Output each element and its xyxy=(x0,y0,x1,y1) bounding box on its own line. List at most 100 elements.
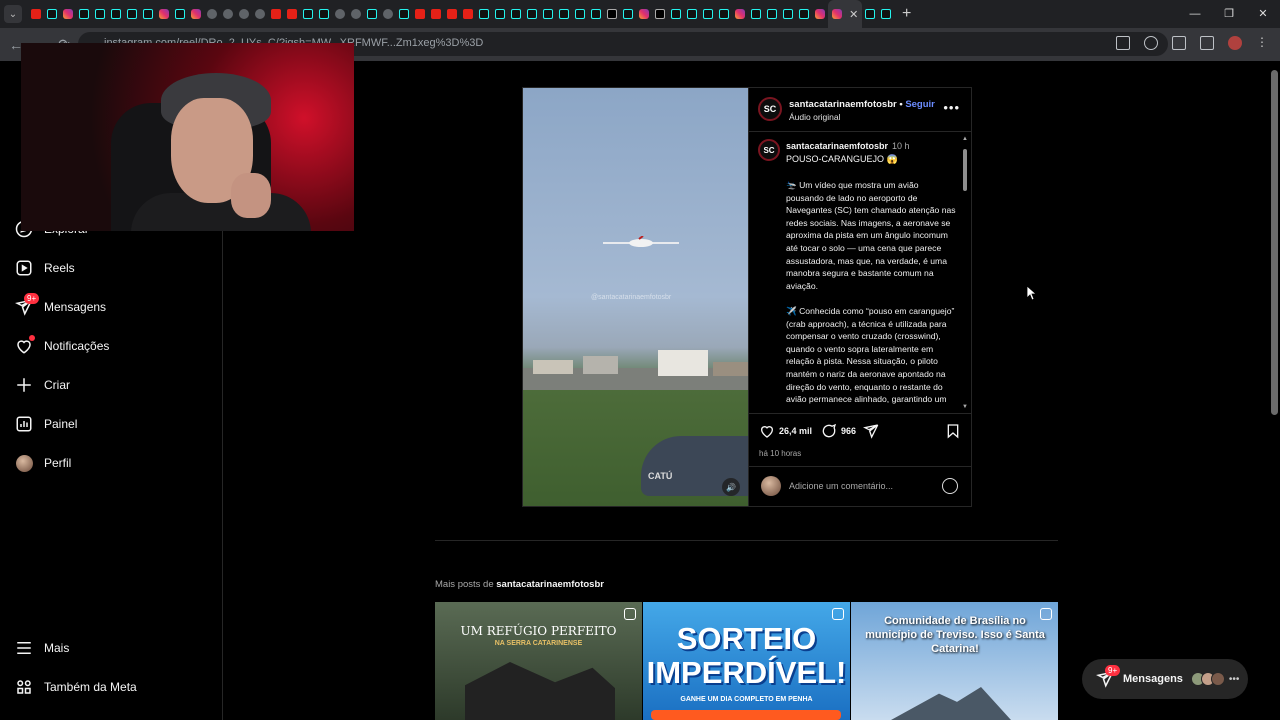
comment-input[interactable]: Adicione um comentário... xyxy=(789,481,893,491)
sidebar-item-criar[interactable]: Criar xyxy=(15,376,70,394)
tab[interactable] xyxy=(300,0,316,28)
sidebar-item-mais[interactable]: Mais xyxy=(15,639,69,657)
page-scrollbar[interactable] xyxy=(1271,70,1278,415)
tab[interactable] xyxy=(668,0,684,28)
post-thumbnail[interactable]: SORTEIO IMPERDÍVEL! GANHE UM DIA COMPLET… xyxy=(643,602,850,720)
tab[interactable] xyxy=(332,0,348,28)
tiktok-icon xyxy=(399,9,409,19)
messages-pill[interactable]: 9+ Mensagens ••• xyxy=(1082,659,1248,699)
tab[interactable] xyxy=(92,0,108,28)
tab[interactable] xyxy=(716,0,732,28)
username-link[interactable]: santacatarinaemfotosbr xyxy=(789,99,897,110)
caption-username[interactable]: santacatarinaemfotosbr xyxy=(786,141,888,151)
media-control-icon[interactable] xyxy=(1200,36,1214,50)
tab[interactable] xyxy=(524,0,540,28)
like-button[interactable]: 26,4 mil xyxy=(759,423,812,439)
mute-button[interactable]: 🔊 xyxy=(722,478,740,496)
tab[interactable] xyxy=(796,0,812,28)
tiktok-icon xyxy=(479,9,489,19)
minimize-icon[interactable]: — xyxy=(1178,0,1212,28)
scroll-thumb[interactable] xyxy=(963,149,967,191)
tab[interactable] xyxy=(732,0,748,28)
tab[interactable] xyxy=(620,0,636,28)
close-window-icon[interactable]: ✕ xyxy=(1246,0,1280,28)
tab[interactable] xyxy=(380,0,396,28)
save-button[interactable] xyxy=(945,423,961,439)
extensions-icon[interactable] xyxy=(1172,36,1186,50)
tab[interactable] xyxy=(684,0,700,28)
tab[interactable] xyxy=(60,0,76,28)
tab[interactable] xyxy=(252,0,268,28)
more-options-icon[interactable]: ••• xyxy=(943,100,960,115)
sidebar-item-notificacoes[interactable]: Notificações xyxy=(15,335,109,355)
sidebar-item-perfil[interactable]: Perfil xyxy=(15,454,71,472)
tab[interactable] xyxy=(748,0,764,28)
tab[interactable] xyxy=(76,0,92,28)
restore-icon[interactable]: ❐ xyxy=(1212,0,1246,28)
tab[interactable] xyxy=(220,0,236,28)
tab[interactable] xyxy=(636,0,652,28)
follow-button[interactable]: Seguir xyxy=(905,99,935,110)
comment-button[interactable]: 966 xyxy=(821,423,856,439)
tab-search-button[interactable]: ⌄ xyxy=(4,5,22,23)
tab[interactable] xyxy=(188,0,204,28)
sidebar-item-painel[interactable]: Painel xyxy=(15,415,77,433)
post-thumbnail[interactable]: Comunidade de Brasília no município de T… xyxy=(851,602,1058,720)
tab[interactable] xyxy=(396,0,412,28)
tab[interactable] xyxy=(764,0,780,28)
caption-scrollbar[interactable]: ▲ ▼ xyxy=(961,136,969,410)
tab[interactable] xyxy=(556,0,572,28)
tab[interactable] xyxy=(540,0,556,28)
account-avatar[interactable]: SC xyxy=(758,97,782,121)
new-tab-button[interactable]: + xyxy=(902,5,911,23)
tab[interactable] xyxy=(588,0,604,28)
tab[interactable] xyxy=(862,0,878,28)
tab[interactable] xyxy=(204,0,220,28)
tab[interactable] xyxy=(268,0,284,28)
tab[interactable] xyxy=(316,0,332,28)
sidebar-item-reels[interactable]: Reels xyxy=(15,259,75,277)
tab[interactable] xyxy=(28,0,44,28)
tab[interactable] xyxy=(780,0,796,28)
install-app-icon[interactable] xyxy=(1116,36,1130,50)
tab[interactable] xyxy=(460,0,476,28)
tab[interactable] xyxy=(812,0,828,28)
tab[interactable] xyxy=(124,0,140,28)
profile-avatar[interactable] xyxy=(1228,36,1242,50)
tab[interactable] xyxy=(348,0,364,28)
scroll-down-icon[interactable]: ▼ xyxy=(962,404,968,410)
tab[interactable] xyxy=(508,0,524,28)
post-thumbnail[interactable]: UM REFÚGIO PERFEITO NA SERRA CATARINENSE xyxy=(435,602,642,720)
reel-video[interactable]: @santacatarinaemfotosbr CATÚ 🔊 xyxy=(523,88,748,506)
tab[interactable] xyxy=(140,0,156,28)
tab[interactable] xyxy=(428,0,444,28)
active-tab[interactable]: ✕ xyxy=(828,0,862,28)
tab[interactable] xyxy=(476,0,492,28)
sidebar-item-mensagens[interactable]: 9+ Mensagens xyxy=(15,293,106,316)
sidebar-item-meta[interactable]: Também da Meta xyxy=(15,678,137,696)
tab[interactable] xyxy=(572,0,588,28)
tab[interactable] xyxy=(172,0,188,28)
tab[interactable] xyxy=(156,0,172,28)
tab[interactable] xyxy=(284,0,300,28)
tab[interactable] xyxy=(108,0,124,28)
tab[interactable] xyxy=(412,0,428,28)
tab[interactable] xyxy=(652,0,668,28)
tab[interactable] xyxy=(700,0,716,28)
tab[interactable] xyxy=(44,0,60,28)
chrome-menu-icon[interactable]: ⋮ xyxy=(1256,36,1270,50)
more-posts-username[interactable]: santacatarinaemfotosbr xyxy=(496,579,604,590)
audio-label[interactable]: Áudio original xyxy=(789,112,841,122)
tab[interactable] xyxy=(444,0,460,28)
caption-avatar[interactable]: SC xyxy=(758,139,780,161)
scroll-up-icon[interactable]: ▲ xyxy=(962,136,968,142)
tab[interactable] xyxy=(604,0,620,28)
tab[interactable] xyxy=(236,0,252,28)
emoji-icon[interactable] xyxy=(942,478,958,494)
close-tab-icon[interactable]: ✕ xyxy=(849,8,858,21)
tab[interactable] xyxy=(492,0,508,28)
tab[interactable] xyxy=(878,0,894,28)
tab[interactable] xyxy=(364,0,380,28)
bookmark-star-icon[interactable] xyxy=(1144,36,1158,50)
share-button[interactable] xyxy=(863,423,879,439)
